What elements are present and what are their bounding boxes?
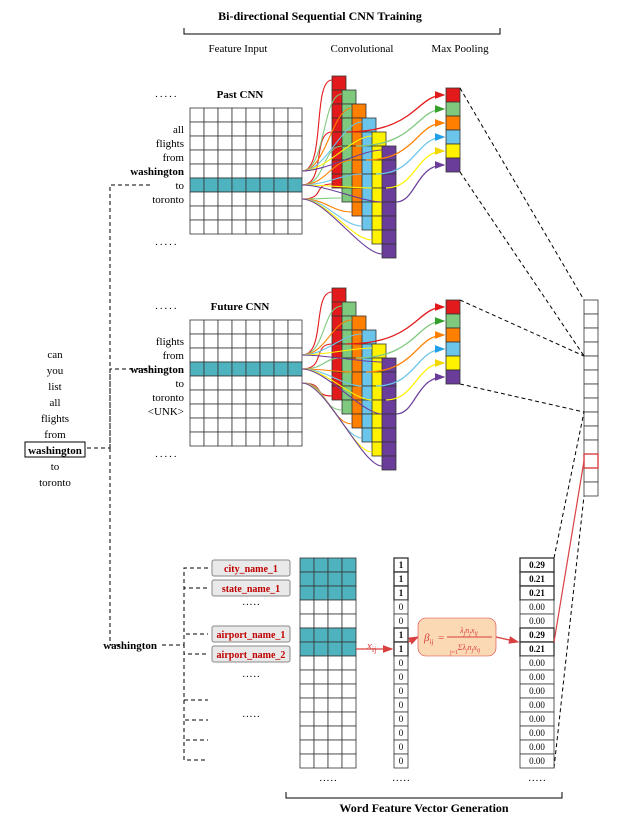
svg-text:0: 0: [399, 616, 404, 626]
beta-formula: βij = λjnjxij Σλjnjxij j=1: [418, 618, 496, 656]
past-word-labels: all flights from washington to toronto: [130, 124, 184, 206]
svg-text:washington: washington: [130, 364, 184, 376]
future-word-labels: flights from washington to toronto <UNK>: [130, 336, 184, 418]
svg-text:0.00: 0.00: [529, 602, 545, 612]
svg-text:city_name_1: city_name_1: [224, 564, 278, 575]
future-conv-columns: [332, 288, 396, 470]
svg-text:0.21: 0.21: [529, 588, 545, 598]
svg-text:toronto: toronto: [39, 477, 71, 489]
output-vector: [584, 300, 598, 496]
svg-text:0: 0: [399, 728, 404, 738]
svg-text:1: 1: [399, 644, 404, 654]
header-pool: Max Pooling: [431, 43, 489, 55]
svg-text:·····: ·····: [155, 91, 178, 103]
svg-text:·····: ·····: [392, 775, 410, 787]
svg-text:j=1: j=1: [449, 650, 458, 656]
svg-text:from: from: [44, 429, 66, 441]
diagram-title: Bi-directional Sequential CNN Training: [218, 9, 422, 23]
svg-text:0: 0: [399, 602, 404, 612]
input-sentence: can you list all flights from washington to toro…: [25, 349, 85, 489]
svg-text:0.00: 0.00: [529, 714, 545, 724]
svg-text:flights: flights: [41, 413, 69, 425]
svg-text:list: list: [48, 381, 61, 393]
svg-text:0.00: 0.00: [529, 756, 545, 766]
svg-text:can: can: [47, 349, 63, 361]
past-conv-columns: [332, 76, 396, 258]
svg-text:·····: ·····: [319, 775, 337, 787]
svg-text:0: 0: [399, 756, 404, 766]
svg-text:toronto: toronto: [152, 194, 184, 206]
svg-text:0.29: 0.29: [529, 560, 545, 570]
svg-text:from: from: [163, 350, 185, 362]
feature-tag-list: city_name_1 state_name_1 airport_name_1air…: [162, 560, 290, 760]
svg-text:0.00: 0.00: [529, 742, 545, 752]
svg-text:state_name_1: state_name_1: [222, 584, 280, 595]
svg-text:toronto: toronto: [152, 392, 184, 404]
svg-text:washington: washington: [130, 166, 184, 178]
svg-text:flights: flights: [156, 336, 184, 348]
svg-text:0.00: 0.00: [529, 728, 545, 738]
xij-column: 1 1 1 0 0 1 1 0 0 0 0 0 0 0 0 ·····: [392, 558, 410, 787]
wfv-word: washington: [103, 640, 157, 652]
svg-text:0: 0: [399, 686, 404, 696]
svg-text:airport_name_1: airport_name_1: [217, 630, 286, 641]
svg-text:0.00: 0.00: [529, 686, 545, 696]
svg-text:all: all: [50, 397, 61, 409]
svg-text:·····: ·····: [242, 711, 260, 723]
svg-text:0: 0: [399, 672, 404, 682]
svg-text:0.29: 0.29: [529, 630, 545, 640]
svg-text:1: 1: [399, 588, 404, 598]
future-cnn-label: Future CNN: [211, 301, 270, 313]
svg-text:you: you: [47, 365, 64, 377]
svg-text:washington: washington: [28, 445, 82, 457]
header-feature: Feature Input: [209, 43, 268, 55]
svg-text:·····: ·····: [242, 599, 260, 611]
svg-text:0.00: 0.00: [529, 658, 545, 668]
svg-text:0: 0: [399, 658, 404, 668]
past-cnn-label: Past CNN: [217, 89, 264, 101]
svg-text:1: 1: [399, 630, 404, 640]
svg-text:from: from: [163, 152, 185, 164]
svg-text:0.21: 0.21: [529, 644, 545, 654]
xij-label: xij: [366, 640, 376, 654]
svg-text:1: 1: [399, 574, 404, 584]
svg-text:·····: ·····: [155, 451, 178, 463]
svg-text:0: 0: [399, 714, 404, 724]
svg-text:to: to: [175, 378, 184, 390]
svg-text:·····: ·····: [528, 775, 546, 787]
svg-text:flights: flights: [156, 138, 184, 150]
svg-text:to: to: [175, 180, 184, 192]
future-pool-column: [446, 300, 460, 384]
svg-text:airport_name_2: airport_name_2: [217, 650, 286, 661]
beta-column: 0.29 0.21 0.21 0.00 0.00 0.29 0.21 0.00 0.00 0.00…: [520, 558, 554, 787]
svg-text:0.00: 0.00: [529, 672, 545, 682]
svg-text:0: 0: [399, 700, 404, 710]
svg-text:<UNK>: <UNK>: [148, 406, 184, 418]
svg-text:0.00: 0.00: [529, 700, 545, 710]
past-pool-column: [446, 88, 460, 172]
svg-text:·····: ·····: [155, 239, 178, 251]
svg-text:0.00: 0.00: [529, 616, 545, 626]
svg-text:·····: ·····: [155, 303, 178, 315]
feature-match-grid: ·····: [300, 558, 356, 787]
wfv-title: Word Feature Vector Generation: [339, 801, 509, 813]
svg-text:0: 0: [399, 742, 404, 752]
svg-text:1: 1: [399, 560, 404, 570]
svg-text:to: to: [51, 461, 60, 473]
svg-text:·····: ·····: [242, 671, 260, 683]
svg-text:0.21: 0.21: [529, 574, 545, 584]
svg-text:all: all: [173, 124, 184, 136]
header-conv: Convolutional: [331, 43, 394, 55]
